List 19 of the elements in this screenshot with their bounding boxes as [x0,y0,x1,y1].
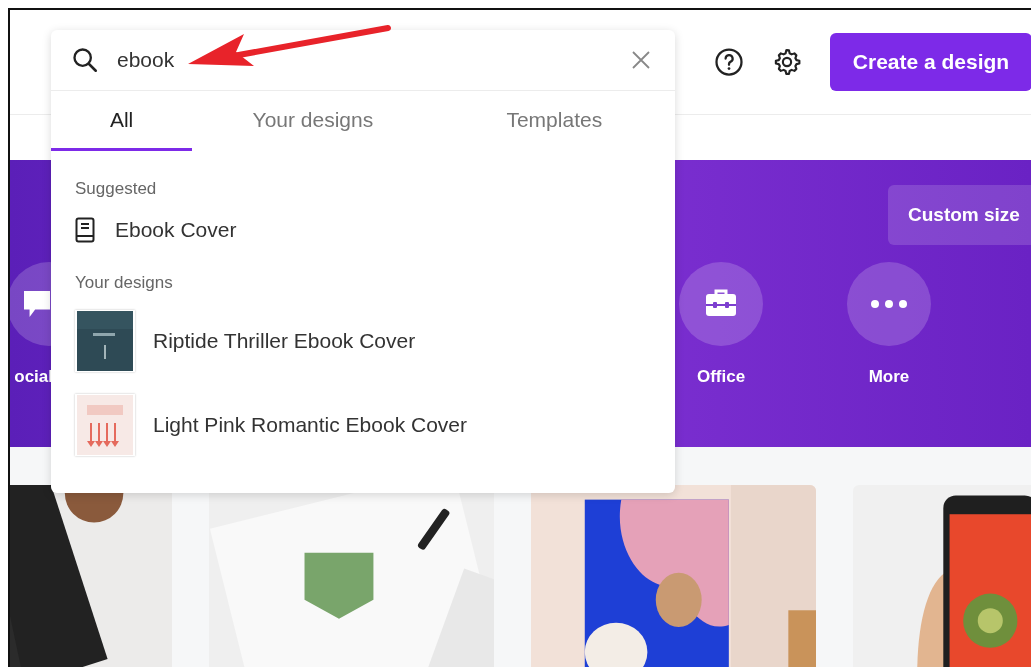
design-result-item[interactable]: Riptide Thriller Ebook Cover [51,299,675,383]
category-label: More [868,367,910,387]
design-result-item[interactable]: Light Pink Romantic Ebook Cover [51,383,675,467]
suggestion-item[interactable]: Ebook Cover [51,205,675,255]
help-icon[interactable] [714,47,744,77]
search-icon [71,46,99,74]
create-design-button[interactable]: Create a design [830,33,1031,91]
category-label: Office [696,367,746,387]
book-icon [75,217,95,243]
settings-icon[interactable] [772,47,802,77]
close-icon[interactable] [631,50,651,70]
section-heading: Your designs [74,272,174,294]
search-tab[interactable]: All [51,91,193,151]
section-heading: Suggested [74,178,158,200]
search-tab[interactable]: Templates [433,91,675,151]
custom-size-button[interactable]: Custom size [888,185,1031,245]
search-field[interactable]: ebook [115,47,631,73]
search-tab[interactable]: Your designs [192,91,434,151]
more-dots-icon [869,299,909,309]
